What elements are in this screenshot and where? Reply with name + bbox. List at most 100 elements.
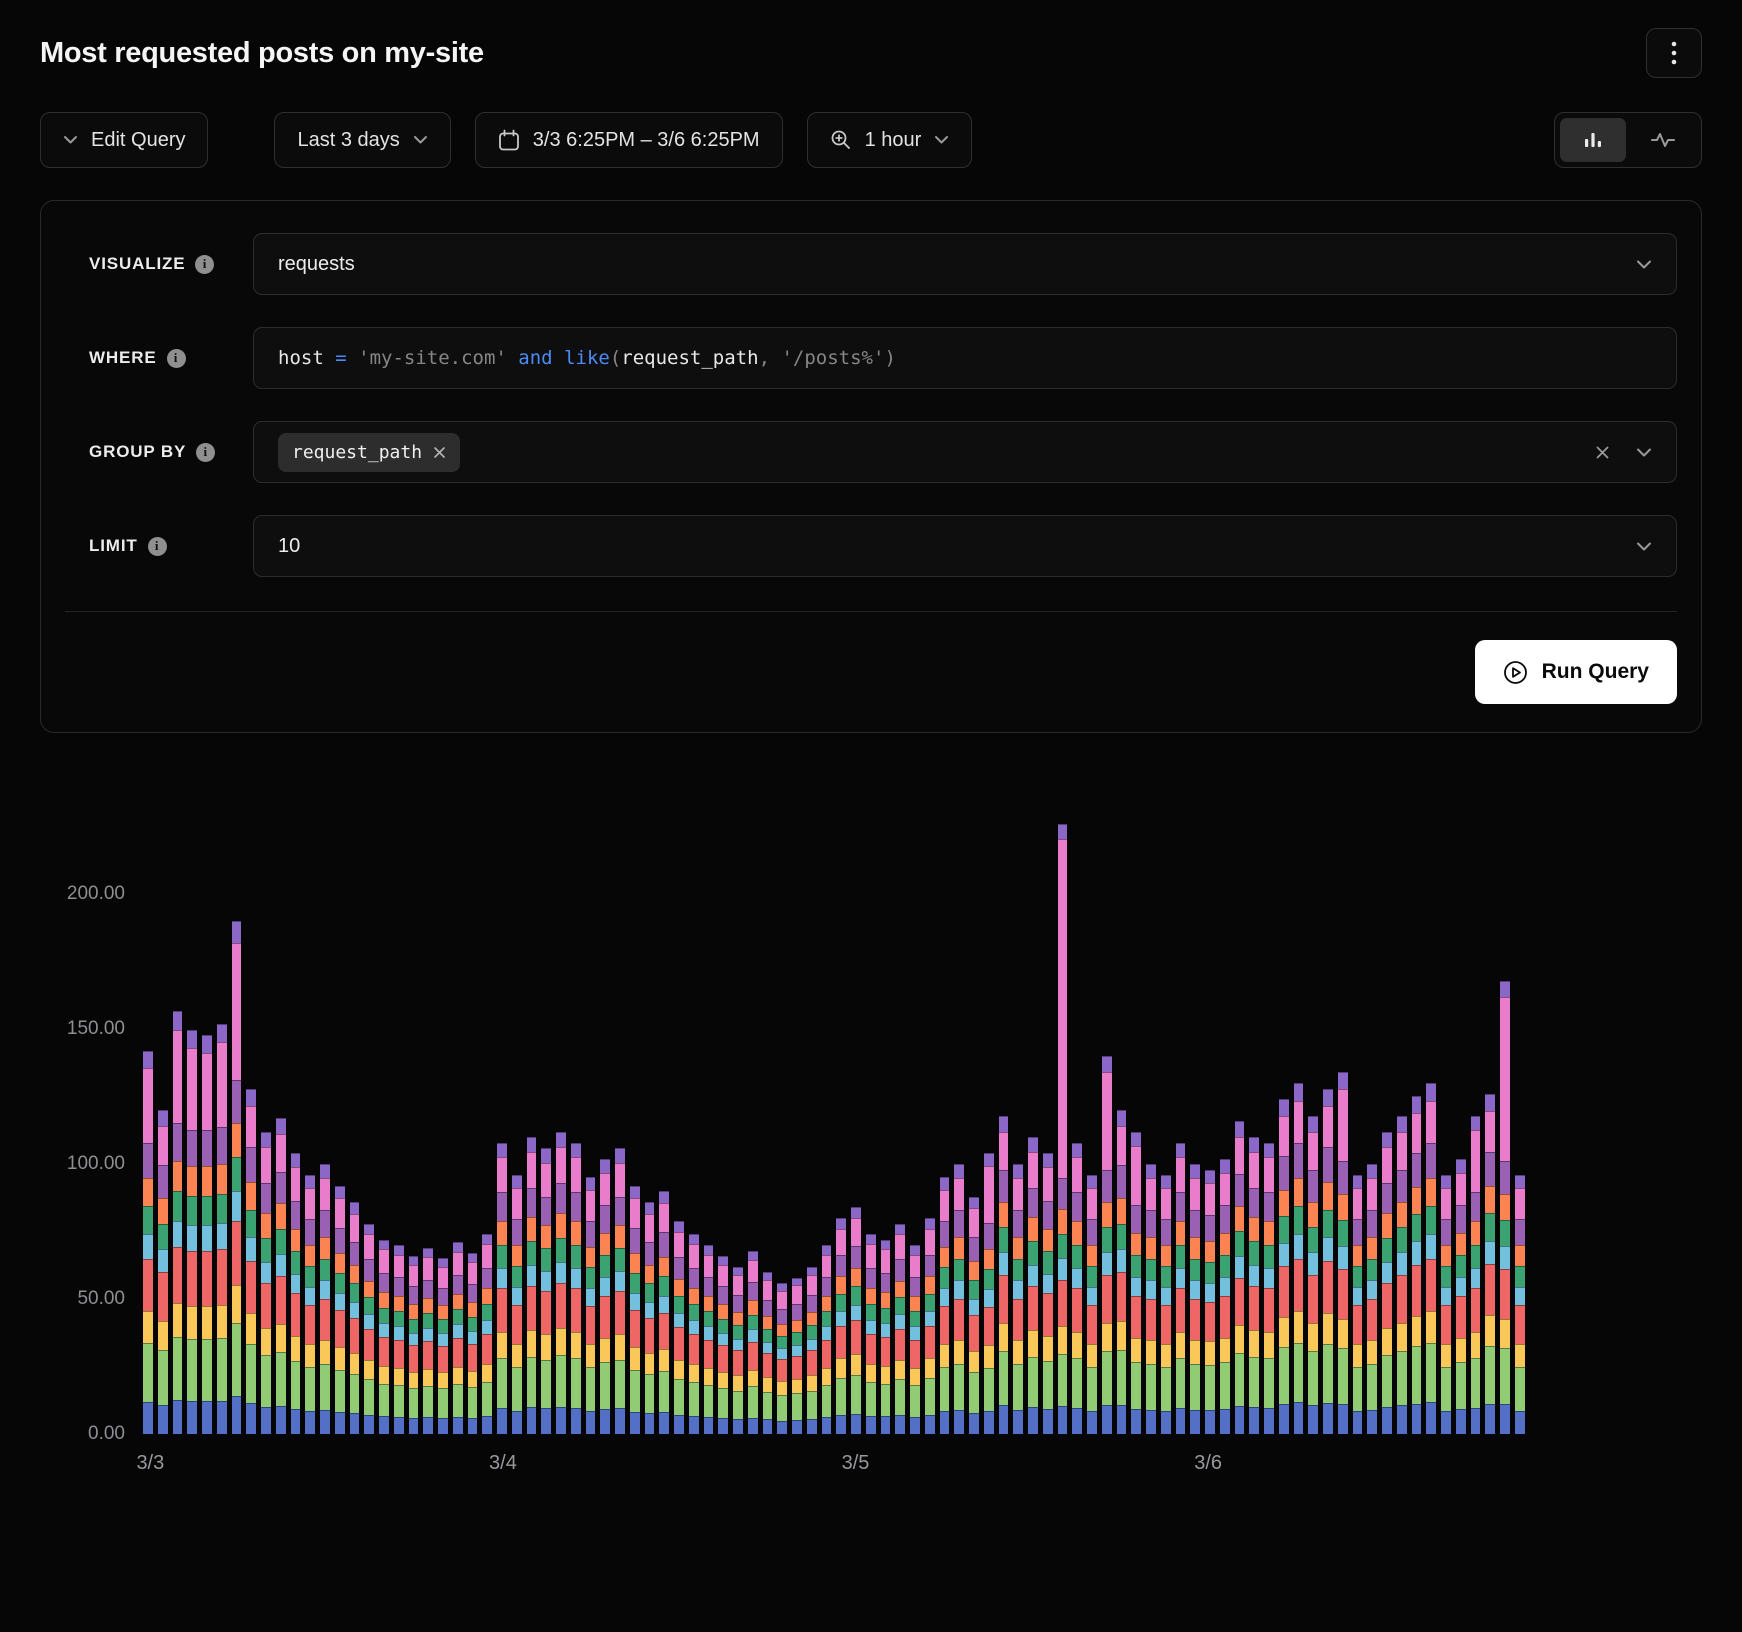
bar-segment [881,1308,891,1324]
bar-segment [940,1177,950,1190]
bar-segment [1279,1216,1289,1243]
bar-segment [305,1287,315,1305]
bar-segment [1087,1287,1097,1305]
bar-segment [969,1261,979,1280]
bar-segment [969,1315,979,1351]
bar-segment [232,943,242,1081]
bar-segment [851,1286,861,1304]
bar-segment [910,1340,920,1368]
bar-segment [512,1305,522,1344]
bar-segment [895,1314,905,1329]
bar-segment [954,1364,964,1410]
bar-segment [261,1238,271,1262]
bar-segment [600,1338,610,1363]
kebab-icon [1671,40,1677,66]
group-by-chip[interactable]: request_path [278,433,460,472]
bar-segment [438,1388,448,1418]
bar-segment [1353,1175,1363,1188]
bar-segment [512,1411,522,1434]
bar-segment [586,1267,596,1288]
bar-segment [940,1247,950,1268]
line-chart-toggle[interactable] [1630,118,1696,162]
bar-segment [836,1294,846,1311]
bar-segment [851,1414,861,1435]
page: Most requested posts on my-site Edit Que… [0,0,1742,1478]
bar-segment [512,1219,522,1245]
bar-segment [232,1123,242,1157]
bar-chart-toggle[interactable] [1560,118,1626,162]
chip-remove-icon[interactable] [433,446,446,459]
bar-segment [571,1143,581,1158]
bar-segment [379,1273,389,1292]
bar-segment [1013,1164,1023,1177]
bar-segment [777,1395,787,1421]
bar-segment [1397,1132,1407,1170]
stacked-bar [173,1011,183,1434]
bar-segment [541,1197,551,1226]
bar-segment [276,1134,286,1172]
bar-segment [910,1277,920,1296]
panel-footer: Run Query [65,640,1677,704]
bar-segment [925,1378,935,1415]
bar-segment [895,1379,905,1415]
bar-segment [468,1302,478,1317]
bar-segment [350,1318,360,1353]
panel-divider [65,611,1677,612]
date-range-button[interactable]: 3/3 6:25PM – 3/6 6:25PM [475,112,783,168]
bar-segment [1338,1072,1348,1088]
bar-segment [615,1163,625,1197]
bar-segment [1279,1116,1289,1156]
stacked-bar [291,1153,301,1434]
bar-segment [1353,1266,1363,1287]
bar-segment [497,1192,507,1221]
bar-segment [1382,1328,1392,1355]
bar-segment [541,1360,551,1409]
bar-segment [984,1289,994,1307]
bar-segment [969,1197,979,1209]
bar-segment [232,1323,242,1396]
bar-segment [659,1296,669,1313]
interval-label: 1 hour [865,129,922,152]
bar-segment [320,1210,330,1237]
group-by-select[interactable]: request_path [253,421,1677,483]
bar-segment [600,1205,610,1233]
bar-segment [1426,1234,1436,1259]
bar-segment [1235,1278,1245,1325]
bar-segment [1190,1280,1200,1299]
range-preset-button[interactable]: Last 3 days [274,112,450,168]
bar-segment [910,1255,920,1278]
bar-segment [556,1213,566,1237]
bar-segment [187,1130,197,1167]
visualize-select[interactable]: requests [253,233,1677,295]
bar-segment [1102,1351,1112,1405]
bar-segment [158,1224,168,1250]
bar-segment [1323,1261,1333,1313]
bar-segment [246,1261,256,1313]
bar-segment [733,1295,743,1312]
bar-segment [482,1320,492,1334]
bar-segment [1205,1410,1215,1434]
interval-button[interactable]: 1 hour [807,112,973,168]
bar-segment [350,1302,360,1318]
run-query-button[interactable]: Run Query [1475,640,1677,704]
limit-select[interactable]: 10 [253,515,1677,577]
edit-query-button[interactable]: Edit Query [40,112,208,168]
bar-segment [881,1323,891,1336]
bar-segment [1264,1288,1274,1332]
clear-icon[interactable] [1595,445,1610,460]
bar-segment [1353,1245,1363,1266]
bar-segment [291,1229,301,1251]
bar-segment [1043,1153,1053,1167]
stacked-bar [1294,1083,1304,1434]
kebab-menu-button[interactable] [1646,28,1702,78]
bar-segment [261,1147,271,1183]
where-input[interactable]: host = 'my-site.com' and like(request_pa… [253,327,1677,389]
bar-segment [468,1344,478,1371]
y-axis-label: 0.00 [88,1423,125,1445]
bar-segment [217,1338,227,1401]
bar-segment [438,1258,448,1267]
bar-segment [1471,1192,1481,1221]
bar-segment [173,1247,183,1303]
stacked-bar [1471,1116,1481,1434]
bar-segment [364,1259,374,1280]
